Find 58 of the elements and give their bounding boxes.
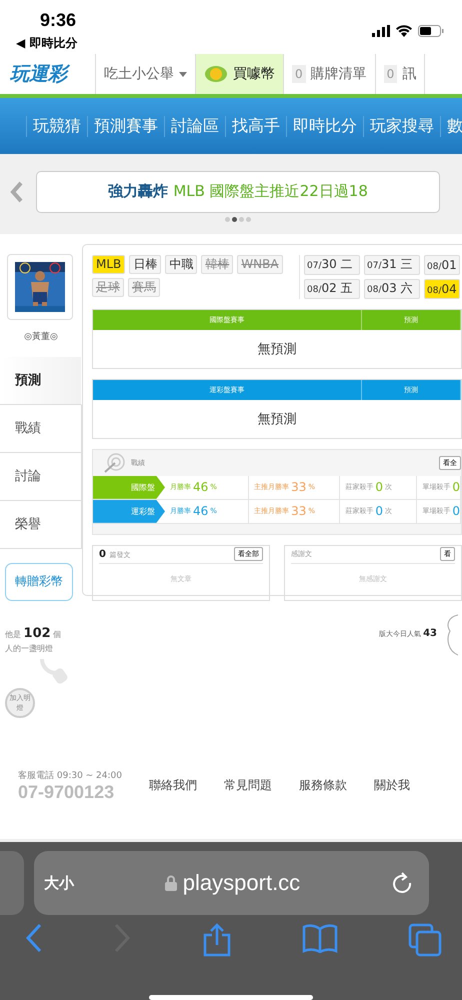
menu-item[interactable]: 找高手 — [225, 116, 286, 137]
footer-link[interactable]: 關於我 — [374, 777, 410, 794]
footer-link[interactable]: 聯絡我們 — [149, 777, 197, 794]
row-label: 運彩盤 — [93, 500, 165, 523]
page-dot[interactable] — [246, 216, 251, 222]
site-logo[interactable]: 玩運彩 — [0, 54, 96, 94]
url-text: playsport.cc — [182, 870, 300, 896]
back-link[interactable]: ◀ 即時比分 — [16, 35, 78, 52]
hotline-label: 客服電話 09:30 ~ 24:00 — [18, 770, 122, 782]
chevron-left-icon[interactable] — [10, 180, 24, 203]
date-button[interactable]: 08/04 — [424, 278, 460, 299]
address-bar[interactable]: 大小 playsport.cc — [34, 851, 429, 915]
profile-tab[interactable]: 預測 — [0, 356, 82, 405]
row-label: 國際盤 — [93, 476, 165, 499]
profile-tab[interactable]: 榮譽 — [0, 500, 82, 549]
tab-preview — [0, 851, 24, 915]
date-button[interactable]: 07/30 二 — [304, 254, 360, 275]
date-button[interactable]: 07/31 三 — [364, 254, 420, 275]
footer-link[interactable]: 常見問題 — [224, 777, 272, 794]
menu-item[interactable]: 玩家搜尋 — [363, 116, 440, 137]
buy-coins-tab[interactable]: 買噱幣 — [196, 54, 284, 94]
page-dot[interactable] — [232, 216, 237, 222]
fans-text: 他是 102 個 人的一盞明燈 — [4, 624, 62, 654]
page-dot[interactable] — [239, 216, 244, 222]
league-tag[interactable]: 日棒 — [129, 254, 162, 274]
tabs-button[interactable] — [408, 923, 442, 957]
page-dot[interactable] — [225, 216, 230, 222]
gift-coins-button[interactable]: 轉贈彩幣 — [5, 562, 73, 601]
date-button[interactable]: 08/01 — [424, 254, 460, 275]
status-time: 9:36 — [40, 10, 78, 31]
promo-banner[interactable]: 強力轟炸 MLB 國際盤主推近22日過18 — [36, 170, 440, 213]
wifi-icon — [396, 25, 412, 37]
target-icon — [103, 452, 125, 473]
footer-link[interactable]: 服務條款 — [299, 777, 347, 794]
share-button[interactable] — [202, 923, 232, 957]
nav-tab[interactable]: 0 訊 — [376, 54, 426, 94]
menu-item[interactable]: 玩競猜 — [26, 116, 87, 137]
profile-tab[interactable]: 戰績 — [0, 404, 82, 453]
empty-message: 無預測 — [256, 410, 298, 429]
phone-number: 07-9700123 — [18, 782, 116, 804]
menu-item[interactable]: 即時比分 — [286, 116, 363, 137]
menu-item[interactable]: 討論區 — [164, 116, 225, 137]
date-button[interactable]: 08/03 六 — [364, 278, 420, 299]
empty-message: 無預測 — [256, 340, 298, 359]
battery-icon — [418, 25, 444, 37]
nav-tab[interactable]: 0 購牌清單 — [284, 54, 376, 94]
league-tag[interactable]: MLB — [92, 254, 126, 274]
text-size-button[interactable]: 大小 — [44, 874, 74, 892]
reload-icon[interactable] — [390, 872, 413, 894]
coin-icon — [204, 65, 228, 84]
user-name: ◎黃董◎ — [23, 330, 59, 343]
lock-icon — [164, 875, 177, 891]
menu-item[interactable]: 預測賽事 — [87, 116, 164, 137]
signal-icon — [372, 25, 390, 37]
caret-icon — [179, 72, 187, 77]
date-button[interactable]: 08/02 五 — [304, 278, 360, 299]
league-tag[interactable]: 中職 — [165, 254, 198, 274]
profile-tab[interactable]: 討論 — [0, 452, 82, 501]
